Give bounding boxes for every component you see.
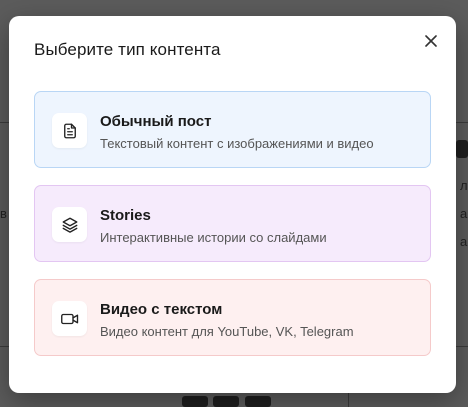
option-regular-post[interactable]: Обычный пост Текстовый контент с изображ…: [34, 91, 431, 168]
background-divider: [0, 122, 9, 123]
option-icon-box: [52, 207, 87, 242]
option-icon-box: [52, 113, 87, 148]
background-text: а: [460, 234, 468, 249]
background-button: [213, 396, 239, 407]
background-divider: [456, 122, 468, 123]
option-title: Stories: [100, 207, 151, 224]
background-divider: [0, 346, 9, 347]
background-divider: [456, 346, 468, 347]
option-stories[interactable]: Stories Интерактивные истории со слайдам…: [34, 185, 431, 262]
background-text: л: [460, 178, 468, 193]
option-title: Обычный пост: [100, 113, 212, 130]
content-type-dialog: Выберите тип контента Обычный пост Текст…: [9, 16, 456, 393]
close-button[interactable]: [420, 30, 442, 52]
video-icon: [60, 313, 78, 324]
background-button: [245, 396, 271, 407]
document-icon: [63, 123, 76, 138]
background-text: а: [460, 206, 468, 221]
background-chip: [456, 140, 468, 158]
option-description: Текстовый контент с изображениями и виде…: [100, 136, 374, 151]
background-divider: [348, 393, 349, 407]
option-description: Видео контент для YouTube, VK, Telegram: [100, 324, 354, 339]
option-title: Видео с текстом: [100, 301, 223, 318]
background-button: [182, 396, 208, 407]
background-text: в: [0, 206, 7, 221]
option-video-with-text[interactable]: Видео с текстом Видео контент для YouTub…: [34, 279, 431, 356]
dialog-title: Выберите тип контента: [34, 40, 221, 59]
option-icon-box: [52, 301, 87, 336]
close-icon: [425, 35, 437, 47]
layers-icon: [62, 217, 77, 233]
option-description: Интерактивные истории со слайдами: [100, 230, 327, 245]
